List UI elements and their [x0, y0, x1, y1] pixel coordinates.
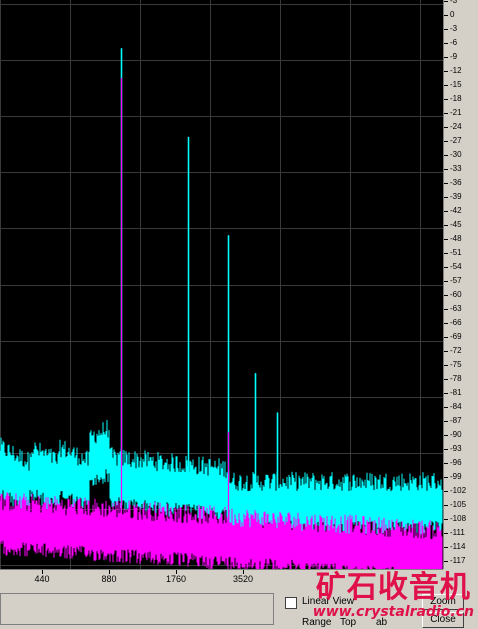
y-tick: [444, 449, 448, 450]
y-tick-label: -96: [450, 458, 462, 467]
y-tick-label: -24: [450, 122, 462, 131]
y-tick: [444, 533, 448, 534]
watermark-title: 矿石收音机: [315, 570, 471, 605]
y-tick-label: -69: [450, 332, 462, 341]
y-tick: [444, 225, 448, 226]
y-tick-label: -21: [450, 108, 462, 117]
y-tick-label: -108: [450, 514, 467, 523]
x-tick-label: 3520: [232, 574, 254, 584]
y-tick: [444, 183, 448, 184]
y-tick-label: -84: [450, 402, 462, 411]
y-tick: [444, 43, 448, 44]
x-tick-label: 440: [34, 574, 50, 584]
y-tick: [444, 99, 448, 100]
y-tick-label: -111: [450, 528, 465, 537]
y-tick: [444, 477, 448, 478]
y-tick-label: -27: [450, 136, 462, 145]
y-tick-label: -75: [450, 360, 462, 369]
y-tick-label: -90: [450, 430, 462, 439]
y-tick-label: -6: [450, 38, 458, 47]
y-tick-label: -66: [450, 318, 462, 327]
y-tick-label: -81: [450, 388, 462, 397]
y-tick: [444, 351, 448, 352]
y-tick-label: -30: [450, 150, 462, 159]
y-tick: [444, 155, 448, 156]
y-tick-label: -78: [450, 374, 462, 383]
y-tick-label: -114: [450, 542, 466, 551]
y-tick-label: -99: [450, 472, 462, 481]
y-tick-label: -105: [450, 500, 467, 509]
y-tick-label: -3: [450, 0, 458, 5]
y-tick: [444, 239, 448, 240]
y-tick-label: -102: [450, 486, 467, 495]
y-tick: [444, 113, 448, 114]
y-tick-label: -3: [450, 24, 458, 33]
y-tick-label: -45: [450, 220, 462, 229]
y-tick: [444, 323, 448, 324]
watermark: 矿石收音机 www.crystalradio.cn: [312, 570, 474, 621]
watermark-url: www.crystalradio.cn: [312, 604, 474, 620]
y-tick: [444, 253, 448, 254]
y-tick: [444, 547, 448, 548]
y-tick: [444, 295, 448, 296]
y-tick-label: -15: [450, 80, 462, 89]
y-tick-label: -9: [450, 52, 458, 61]
y-tick: [444, 267, 448, 268]
y-tick: [444, 85, 448, 86]
y-tick: [444, 29, 448, 30]
y-tick: [444, 141, 448, 142]
spectrum-svg: [0, 0, 443, 583]
linear-view-checkbox[interactable]: [285, 597, 297, 609]
y-tick-label: -57: [450, 276, 462, 285]
y-tick: [444, 71, 448, 72]
y-tick: [444, 1, 448, 2]
y-tick-label: -33: [450, 164, 462, 173]
y-tick-label: -63: [450, 304, 462, 313]
y-tick: [444, 281, 448, 282]
x-tick-label: 880: [101, 574, 117, 584]
y-tick-label: -93: [450, 444, 462, 453]
y-tick-label: -60: [450, 290, 462, 299]
y-tick-label: -39: [450, 192, 462, 201]
y-tick: [444, 365, 448, 366]
y-axis: -3 0 -3 -6 -9 -12 -15 -18 -21 -24 -27 -30 -33 -36 -39-…: [443, 0, 478, 569]
y-tick: [444, 421, 448, 422]
y-tick: [444, 127, 448, 128]
y-tick: [444, 15, 448, 16]
y-tick-label: 0: [450, 10, 455, 19]
y-tick-label: -18: [450, 94, 462, 103]
y-tick-label: -12: [450, 66, 462, 75]
y-tick-label: -117: [450, 556, 466, 565]
y-tick: [444, 337, 448, 338]
y-tick-label: -72: [450, 346, 462, 355]
y-tick-label: -42: [450, 206, 462, 215]
y-tick: [444, 491, 448, 492]
spectrum-plot: [0, 0, 443, 583]
y-tick: [444, 393, 448, 394]
y-tick: [444, 211, 448, 212]
y-tick: [444, 463, 448, 464]
y-tick: [444, 407, 448, 408]
y-tick-label: -36: [450, 178, 462, 187]
y-tick: [444, 309, 448, 310]
y-tick-label: -54: [450, 262, 462, 271]
y-tick: [444, 169, 448, 170]
y-tick: [444, 57, 448, 58]
y-tick: [444, 435, 448, 436]
y-tick: [444, 519, 448, 520]
y-tick-label: -87: [450, 416, 462, 425]
y-tick: [444, 197, 448, 198]
y-tick: [444, 505, 448, 506]
y-tick-label: -51: [450, 248, 462, 257]
y-tick: [444, 379, 448, 380]
x-tick-label: 1760: [165, 574, 187, 584]
y-tick: [444, 561, 448, 562]
scroll-area[interactable]: [0, 593, 274, 625]
y-tick-label: -48: [450, 234, 462, 243]
